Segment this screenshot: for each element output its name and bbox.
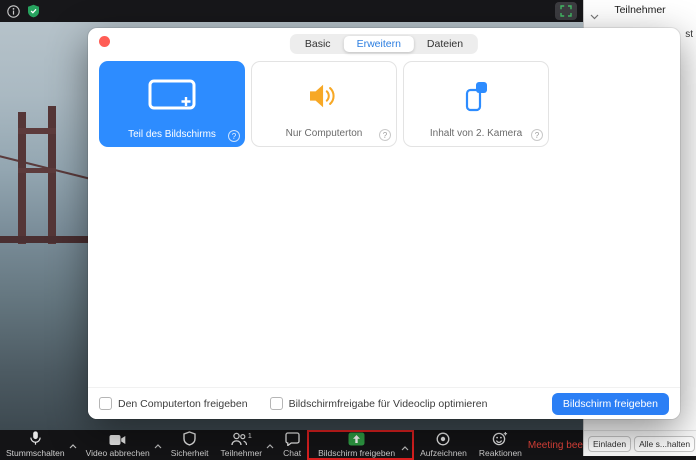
record-label: Aufzeichnen [420,448,467,458]
help-badge-icon[interactable]: ? [379,129,391,141]
participant-name-partial: st [685,29,693,40]
screen-portion-icon [148,79,196,113]
chevron-up-icon[interactable] [401,438,409,456]
tab-erweitern[interactable]: Erweitern [344,36,414,52]
tab-dateien[interactable]: Dateien [414,36,476,52]
close-window-button[interactable] [99,36,110,47]
security-label: Sicherheit [171,448,209,458]
participants-button[interactable]: 1 Teilnehmer [215,430,278,460]
encryption-shield-icon[interactable] [27,4,40,18]
checkbox-optimize-videoclip[interactable]: Bildschirmfreigabe für Videoclip optimie… [270,397,488,410]
bridge-tower-leg [48,106,56,244]
checkbox-label: Bildschirmfreigabe für Videoclip optimie… [289,398,488,410]
participants-icon: 1 [231,431,252,446]
help-badge-icon[interactable]: ? [228,130,240,142]
chevron-up-icon[interactable] [154,436,162,454]
participants-panel-header: Teilnehmer [584,0,696,20]
meeting-info-icon[interactable] [7,5,20,18]
share-dialog-tabs: Basic Erweitern Dateien [290,34,478,54]
participants-panel-footer: Einladen Alle s...halten Aud [584,430,696,456]
bridge-crossbeam [18,128,56,134]
zoom-meeting-window: Stummschalten Video abbrechen Sicherhe [0,0,696,460]
share-screen-icon [348,432,365,446]
speaker-icon [307,82,341,110]
record-button[interactable]: Aufzeichnen [414,430,473,460]
reactions-icon [492,431,508,446]
chat-button[interactable]: Chat [277,430,307,460]
mute-label: Stummschalten [6,448,65,458]
participants-label: Teilnehmer [221,448,263,458]
share-options: Teil des Bildschirms ? Nur Computerton ?… [99,61,549,147]
share-screen-confirm-button[interactable]: Bildschirm freigeben [552,393,669,415]
share-option-portion-of-screen[interactable]: Teil des Bildschirms ? [99,61,245,147]
share-screen-dialog: Basic Erweitern Dateien Teil des Bildsch… [88,28,680,419]
reactions-label: Reaktionen [479,448,522,458]
checkbox-icon[interactable] [270,397,283,410]
share-option-second-camera[interactable]: Inhalt von 2. Kamera ? [403,61,549,147]
share-option-label: Teil des Bildschirms [99,129,245,140]
bridge-crossbeam [18,168,56,173]
reactions-button[interactable]: Reaktionen [473,430,528,460]
checkbox-label: Den Computerton freigeben [118,398,248,410]
mute-button[interactable]: Stummschalten [0,430,80,460]
stop-video-label: Video abbrechen [86,448,150,458]
fullscreen-button[interactable] [555,2,577,20]
mute-all-button[interactable]: Alle s...halten [634,436,695,452]
security-shield-icon [183,431,196,446]
share-option-computer-audio[interactable]: Nur Computerton ? [251,61,397,147]
video-camera-icon [109,431,126,446]
microphone-icon [29,431,42,446]
share-screen-label: Bildschirm freigeben [318,448,395,458]
help-badge-icon[interactable]: ? [531,129,543,141]
record-icon [436,431,450,446]
chat-icon [285,431,300,446]
second-camera-icon [459,79,493,113]
chat-label: Chat [283,448,301,458]
bridge-deck [0,236,88,243]
security-button[interactable]: Sicherheit [165,430,215,460]
meeting-toolbar-inner: Stummschalten Video abbrechen Sicherhe [0,430,583,460]
meeting-topbar [0,0,583,22]
fullscreen-icon [560,5,572,17]
chevron-up-icon[interactable] [69,436,77,454]
tab-basic[interactable]: Basic [292,36,344,52]
stop-video-button[interactable]: Video abbrechen [80,430,165,460]
share-dialog-footer: Den Computerton freigeben Bildschirmfrei… [88,387,680,419]
chevron-up-icon[interactable] [266,436,274,454]
participants-panel-title: Teilnehmer [584,4,696,16]
share-screen-button[interactable]: Bildschirm freigeben [307,430,414,460]
checkbox-icon[interactable] [99,397,112,410]
participants-count-badge: 1 [248,431,252,440]
share-option-label: Nur Computerton [252,128,396,139]
invite-button[interactable]: Einladen [588,436,631,452]
share-option-label: Inhalt von 2. Kamera [404,128,548,139]
checkbox-share-computer-sound[interactable]: Den Computerton freigeben [99,397,248,410]
